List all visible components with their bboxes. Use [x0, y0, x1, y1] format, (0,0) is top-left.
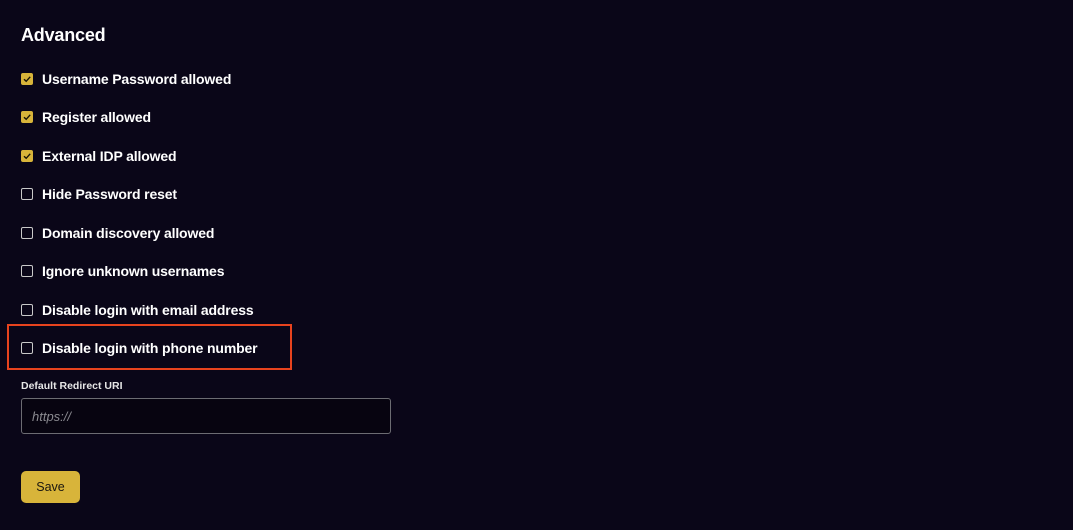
checkbox-box[interactable]: [21, 226, 33, 239]
checkbox-label: Register allowed: [42, 109, 151, 125]
checkbox-box[interactable]: [21, 265, 33, 277]
checkbox-box[interactable]: [21, 149, 33, 162]
checkbox-label: Hide Password reset: [42, 186, 177, 202]
redirect-uri-label: Default Redirect URI: [21, 380, 123, 392]
checkbox-register-allowed[interactable]: Register allowed: [21, 108, 257, 127]
checkbox-box[interactable]: [21, 72, 33, 85]
checkbox-box[interactable]: [21, 342, 33, 354]
checkbox-domain-discovery-allowed[interactable]: Domain discovery allowed: [21, 223, 257, 242]
checkbox-label: Domain discovery allowed: [42, 224, 215, 241]
checkbox-label: External IDP allowed: [42, 147, 177, 164]
checkbox-external-idp-allowed[interactable]: External IDP allowed: [21, 146, 257, 165]
checkbox-ignore-unknown-usernames[interactable]: Ignore unknown usernames: [21, 262, 257, 281]
checkbox-username-password-allowed[interactable]: Username Password allowed: [21, 69, 257, 88]
settings-checkbox-list: Username Password allowed Register allow…: [21, 69, 258, 377]
checkbox-label: Disable login with phone number: [42, 340, 258, 356]
checkbox-label: Ignore unknown usernames: [42, 263, 225, 279]
checkbox-disable-login-email[interactable]: Disable login with email address: [21, 300, 257, 319]
check-icon: [23, 75, 31, 82]
checkbox-label: Disable login with email address: [42, 301, 254, 318]
checkbox-box[interactable]: [21, 111, 33, 123]
check-icon: [23, 114, 31, 121]
checkbox-disable-login-phone[interactable]: Disable login with phone number: [21, 339, 258, 358]
checkbox-box[interactable]: [21, 303, 33, 316]
redirect-uri-input[interactable]: [21, 398, 391, 434]
check-icon: [23, 152, 31, 159]
save-button[interactable]: Save: [21, 471, 80, 503]
checkbox-hide-password-reset[interactable]: Hide Password reset: [21, 185, 257, 204]
checkbox-box[interactable]: [21, 188, 33, 200]
section-title: Advanced: [21, 25, 106, 45]
checkbox-label: Username Password allowed: [42, 70, 232, 87]
